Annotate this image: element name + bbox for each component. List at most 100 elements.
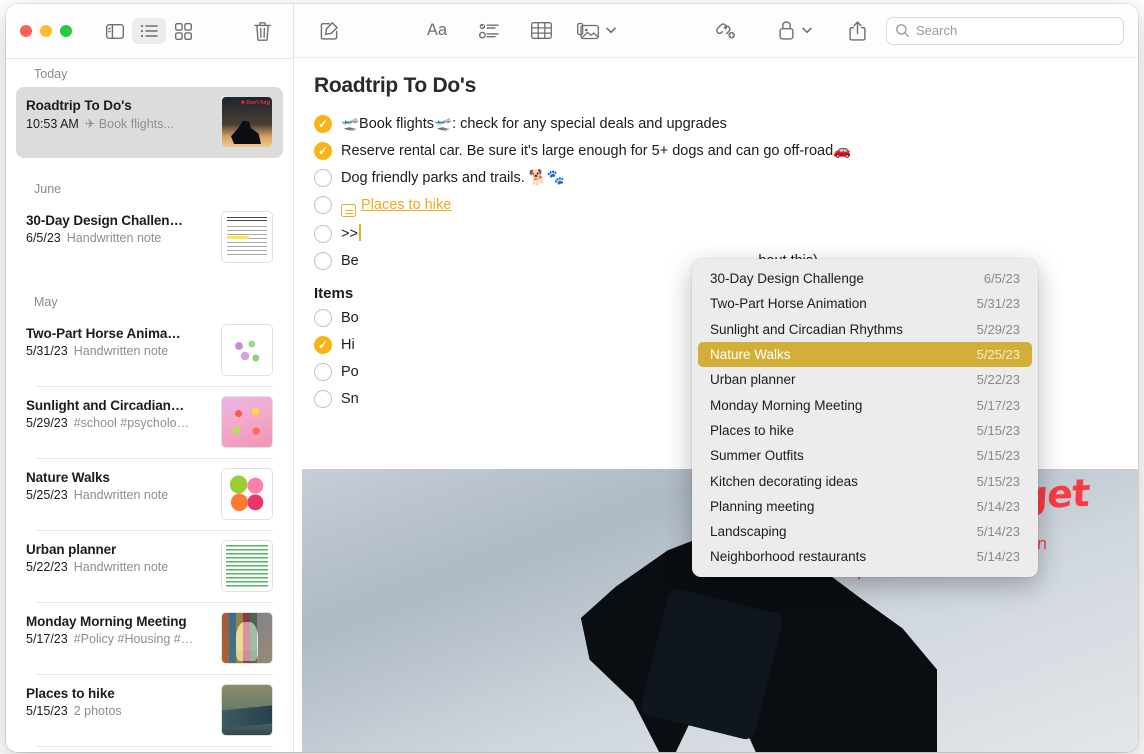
trash-icon[interactable] bbox=[245, 18, 279, 44]
autocomplete-row[interactable]: Landscaping 5/14/23 bbox=[698, 519, 1032, 544]
note-list-item[interactable]: Places to hike 5/15/232 photos bbox=[16, 675, 283, 746]
note-title: Roadtrip To Do's bbox=[26, 98, 213, 113]
checkbox-checked[interactable] bbox=[314, 115, 332, 133]
typing-text: >> bbox=[341, 224, 361, 244]
checklist-text: Hi bbox=[341, 335, 355, 355]
autocomplete-date: 5/17/23 bbox=[977, 398, 1020, 413]
checklist-text: Dog friendly parks and trails. 🐕🐾 bbox=[341, 168, 565, 188]
checklist-text: 🛫Book flights🛫: check for any special de… bbox=[341, 114, 727, 134]
group-header-today: Today bbox=[16, 59, 283, 87]
chevron-down-icon[interactable] bbox=[602, 17, 620, 45]
search-icon bbox=[896, 24, 909, 37]
sidebar-toggle-icon[interactable] bbox=[98, 18, 132, 44]
note-meta: 5/15/232 photos bbox=[26, 704, 213, 718]
checklist-row[interactable]: Dog friendly parks and trails. 🐕🐾 bbox=[314, 168, 1118, 188]
close-button[interactable] bbox=[20, 25, 32, 37]
note-thumbnail bbox=[221, 612, 273, 664]
autocomplete-row[interactable]: Neighborhood restaurants 5/14/23 bbox=[698, 544, 1032, 569]
autocomplete-title: Planning meeting bbox=[710, 499, 814, 514]
note-list-item[interactable]: Monday Morning Meeting 5/17/23#Policy #H… bbox=[16, 603, 283, 674]
checkbox-unchecked[interactable] bbox=[314, 363, 332, 381]
zoom-button[interactable] bbox=[60, 25, 72, 37]
lock-icon[interactable] bbox=[774, 17, 798, 45]
note-preview: ✈ Book flights... bbox=[85, 117, 174, 131]
note-preview: Handwritten note bbox=[74, 344, 169, 358]
autocomplete-row[interactable]: Urban planner 5/22/23 bbox=[698, 367, 1032, 392]
autocomplete-row[interactable]: Monday Morning Meeting 5/17/23 bbox=[698, 392, 1032, 417]
note-list-item[interactable]: Nature Walks 5/25/23Handwritten note bbox=[16, 459, 283, 530]
note-list-item[interactable]: Summer Outfits bbox=[16, 747, 283, 752]
checkbox-checked[interactable] bbox=[314, 336, 332, 354]
media-icon[interactable] bbox=[574, 17, 602, 45]
note-list-item[interactable]: 30-Day Design Challen… 6/5/23Handwritten… bbox=[16, 202, 283, 273]
format-text-button[interactable]: Aa bbox=[418, 17, 456, 45]
checklist-row-typing[interactable]: >> bbox=[314, 224, 1118, 244]
note-preview: Handwritten note bbox=[74, 488, 169, 502]
note-preview: Handwritten note bbox=[74, 560, 169, 574]
note-thumbnail bbox=[221, 211, 273, 263]
notes-list[interactable]: Today Roadtrip To Do's 10:53 AM ✈ Book fl… bbox=[6, 59, 293, 752]
note-list-item[interactable]: Two-Part Horse Anima… 5/31/23Handwritten… bbox=[16, 315, 283, 386]
autocomplete-title: Nature Walks bbox=[710, 347, 791, 362]
autocomplete-row[interactable]: Kitchen decorating ideas 5/15/23 bbox=[698, 468, 1032, 493]
note-title: Places to hike bbox=[26, 686, 213, 701]
note-link-wrapper[interactable]: Places to hike bbox=[341, 195, 451, 217]
checklist-row[interactable]: 🛫Book flights🛫: check for any special de… bbox=[314, 114, 1118, 134]
autocomplete-date: 5/22/23 bbox=[977, 372, 1020, 387]
autocomplete-title: Landscaping bbox=[710, 524, 787, 539]
share-icon[interactable] bbox=[838, 17, 876, 45]
list-view-icon[interactable] bbox=[132, 18, 166, 44]
checkbox-unchecked[interactable] bbox=[314, 252, 332, 270]
autocomplete-row[interactable]: Two-Part Horse Animation 5/31/23 bbox=[698, 291, 1032, 316]
note-meta: 5/31/23Handwritten note bbox=[26, 344, 213, 358]
checklist-text: Po bbox=[341, 362, 359, 382]
checkbox-unchecked[interactable] bbox=[314, 309, 332, 327]
checklist-row[interactable]: Reserve rental car. Be sure it's large e… bbox=[314, 141, 1118, 161]
autocomplete-row[interactable]: Planning meeting 5/14/23 bbox=[698, 494, 1032, 519]
note-list-item[interactable]: Urban planner 5/22/23Handwritten note bbox=[16, 531, 283, 602]
note-meta: 6/5/23Handwritten note bbox=[26, 231, 213, 245]
group-header-may: May bbox=[16, 287, 283, 315]
note-link-label[interactable]: Places to hike bbox=[361, 197, 451, 213]
note-date: 5/17/23 bbox=[26, 632, 68, 646]
typed-trigger: >> bbox=[341, 226, 358, 242]
compose-icon[interactable] bbox=[310, 17, 348, 45]
note-date: 10:53 AM bbox=[26, 117, 79, 131]
autocomplete-row[interactable]: 30-Day Design Challenge 6/5/23 bbox=[698, 266, 1032, 291]
checkbox-unchecked[interactable] bbox=[314, 196, 332, 214]
note-date: 5/29/23 bbox=[26, 416, 68, 430]
autocomplete-title: Summer Outfits bbox=[710, 448, 804, 463]
editor-toolbar: Aa bbox=[294, 4, 1138, 58]
checklist-row-note-link[interactable]: Places to hike bbox=[314, 195, 1118, 217]
search-input[interactable]: Search bbox=[886, 17, 1124, 45]
checkbox-checked[interactable] bbox=[314, 142, 332, 160]
autocomplete-title: 30-Day Design Challenge bbox=[710, 271, 864, 286]
autocomplete-row[interactable]: Summer Outfits 5/15/23 bbox=[698, 443, 1032, 468]
traffic-lights bbox=[20, 25, 72, 37]
note-meta: 5/17/23#Policy #Housing #… bbox=[26, 632, 213, 646]
checkbox-unchecked[interactable] bbox=[314, 390, 332, 408]
sidebar-toolbar bbox=[6, 4, 293, 58]
note-link-autocomplete[interactable]: 30-Day Design Challenge 6/5/23 Two-Part … bbox=[692, 259, 1038, 577]
checklist-text-head: Be bbox=[341, 251, 359, 271]
autocomplete-title: Two-Part Horse Animation bbox=[710, 296, 867, 311]
autocomplete-date: 5/15/23 bbox=[977, 474, 1020, 489]
minimize-button[interactable] bbox=[40, 25, 52, 37]
autocomplete-row-selected[interactable]: Nature Walks 5/25/23 bbox=[698, 342, 1032, 367]
table-icon[interactable] bbox=[522, 17, 560, 45]
note-list-item[interactable]: Roadtrip To Do's 10:53 AM ✈ Book flights.… bbox=[16, 87, 283, 158]
format-label: Aa bbox=[427, 21, 447, 40]
checkbox-unchecked[interactable] bbox=[314, 225, 332, 243]
chevron-down-icon[interactable] bbox=[798, 17, 816, 45]
note-date: 5/15/23 bbox=[26, 704, 68, 718]
note-list-item[interactable]: Sunlight and Circadian… 5/29/23#school #… bbox=[16, 387, 283, 458]
autocomplete-row[interactable]: Sunlight and Circadian Rhythms 5/29/23 bbox=[698, 317, 1032, 342]
note-thumbnail bbox=[221, 396, 273, 448]
checklist-icon[interactable] bbox=[470, 17, 508, 45]
autocomplete-row[interactable]: Places to hike 5/15/23 bbox=[698, 418, 1032, 443]
checkbox-unchecked[interactable] bbox=[314, 169, 332, 187]
checklist-text: Bo bbox=[341, 308, 359, 328]
gallery-view-icon[interactable] bbox=[166, 18, 200, 44]
add-link-icon[interactable] bbox=[706, 17, 744, 45]
checklist-text: Sn bbox=[341, 389, 359, 409]
